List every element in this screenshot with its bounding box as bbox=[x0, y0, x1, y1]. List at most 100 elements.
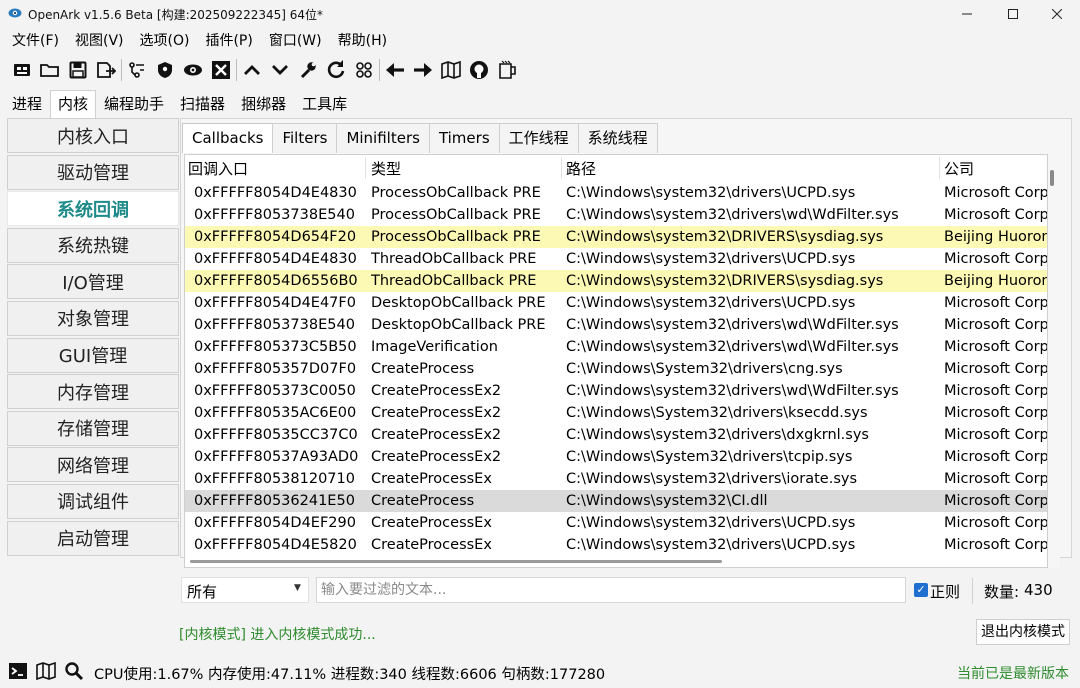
column-header-callback-entry[interactable]: 回调入口 bbox=[188, 155, 248, 181]
table-row[interactable]: 0xFFFFF805357D07F0 CreateProcess C:\Window… bbox=[185, 358, 1047, 380]
tab-scanner[interactable]: 扫描器 bbox=[172, 90, 233, 118]
column-divider[interactable] bbox=[365, 157, 366, 179]
sidebar-item-object-manager[interactable]: 对象管理 bbox=[7, 300, 179, 336]
menu-window[interactable]: 窗口(W) bbox=[261, 29, 330, 53]
menu-view[interactable]: 视图(V) bbox=[67, 29, 132, 53]
horizontal-scrollbar-thumb[interactable] bbox=[190, 560, 722, 563]
sidebar-item-memory-manager[interactable]: 内存管理 bbox=[7, 374, 179, 410]
sidebar-item-system-callbacks[interactable]: 系统回调 bbox=[7, 191, 179, 227]
terminal-icon bbox=[9, 663, 27, 679]
map-status-button[interactable] bbox=[35, 661, 57, 681]
toolbar-separator bbox=[379, 58, 380, 81]
table-row[interactable]: 0xFFFFF8054D6556B0 ThreadObCallback PRE C:… bbox=[185, 270, 1047, 292]
tab-bundler[interactable]: 捆绑器 bbox=[233, 90, 294, 118]
map-icon bbox=[36, 662, 56, 680]
tab-callbacks[interactable]: Callbacks bbox=[182, 123, 274, 153]
column-divider[interactable] bbox=[561, 157, 562, 179]
search-button[interactable] bbox=[63, 661, 85, 681]
table-row[interactable]: 0xFFFFF8054D4E4830 ThreadObCallback PRE C:… bbox=[185, 248, 1047, 270]
table-row[interactable]: 0xFFFFF80535AC6E00 CreateProcessEx2 C:\Win… bbox=[185, 402, 1047, 424]
sidebar-item-debug-components[interactable]: 调试组件 bbox=[7, 483, 179, 519]
column-divider[interactable] bbox=[939, 157, 940, 179]
tab-toolkit[interactable]: 工具库 bbox=[294, 90, 355, 118]
close-box-button[interactable] bbox=[207, 57, 235, 83]
regex-checkbox[interactable]: ✓ bbox=[914, 583, 928, 597]
tab-process[interactable]: 进程 bbox=[4, 90, 50, 118]
table-row[interactable]: 0xFFFFF80535CC37C0 CreateProcessEx2 C:\Win… bbox=[185, 424, 1047, 446]
cell-type: CreateProcessEx2 bbox=[371, 449, 502, 465]
sidebar-item-storage-manager[interactable]: 存储管理 bbox=[7, 410, 179, 446]
tab-minifilters[interactable]: Minifilters bbox=[336, 123, 430, 153]
cell-type: ProcessObCallback PRE bbox=[371, 207, 541, 223]
menu-file[interactable]: 文件(F) bbox=[4, 29, 67, 53]
maximize-button[interactable] bbox=[990, 0, 1036, 28]
github-button[interactable] bbox=[465, 57, 493, 83]
tab-system-threads[interactable]: 系统线程 bbox=[577, 123, 658, 153]
close-button[interactable] bbox=[1034, 0, 1080, 28]
tab-coding-helper[interactable]: 编程助手 bbox=[96, 90, 172, 118]
table-row[interactable]: 0xFFFFF80538120710 CreateProcessEx C:\Wind… bbox=[185, 468, 1047, 490]
minimize-button[interactable] bbox=[944, 0, 990, 28]
eye-button[interactable] bbox=[179, 57, 207, 83]
sidebar-item-io-manager[interactable]: I/O管理 bbox=[7, 264, 179, 300]
sidebar-item-driver-manager[interactable]: 驱动管理 bbox=[7, 154, 179, 190]
menu-help[interactable]: 帮助(H) bbox=[330, 29, 395, 53]
shield-button[interactable] bbox=[151, 57, 179, 83]
sidebar-item-gui-manager[interactable]: GUI管理 bbox=[7, 337, 179, 373]
cell-company: Beijing Huoron bbox=[944, 229, 1047, 245]
kernel-sidebar: 内核入口 驱动管理 系统回调 系统热键 I/O管理 对象管理 GUI管理 内存管… bbox=[7, 118, 179, 558]
tab-filters[interactable]: Filters bbox=[272, 123, 338, 153]
table-row[interactable]: 0xFFFFF805373C0050 CreateProcessEx2 C:\Win… bbox=[185, 380, 1047, 402]
sidebar-item-startup-manager[interactable]: 启动管理 bbox=[7, 520, 179, 556]
list-button[interactable] bbox=[123, 57, 151, 83]
menu-plugins[interactable]: 插件(P) bbox=[197, 29, 260, 53]
column-header-type[interactable]: 类型 bbox=[371, 155, 401, 181]
cell-company: Beijing Huoron bbox=[944, 273, 1047, 289]
sidebar-item-kernel-entry[interactable]: 内核入口 bbox=[7, 118, 179, 153]
exit-kernel-mode-button[interactable]: 退出内核模式 bbox=[976, 619, 1070, 645]
move-up-button[interactable] bbox=[238, 57, 266, 83]
table-row[interactable]: 0xFFFFF8054D4EF290 CreateProcessEx C:\Wind… bbox=[185, 512, 1047, 534]
count-value: 430 bbox=[1024, 581, 1053, 599]
tab-kernel[interactable]: 内核 bbox=[50, 90, 97, 118]
table-row[interactable]: 0xFFFFF805373C5B50 ImageVerification C:\Wi… bbox=[185, 336, 1047, 358]
cell-type: ThreadObCallback PRE bbox=[371, 273, 537, 289]
grid-button[interactable] bbox=[350, 57, 378, 83]
table-row[interactable]: 0xFFFFF8054D654F20 ProcessObCallback PRE C… bbox=[185, 226, 1047, 248]
refresh-button[interactable] bbox=[322, 57, 350, 83]
sidebar-item-system-hotkeys[interactable]: 系统热键 bbox=[7, 227, 179, 263]
cell-path: C:\Windows\system32\drivers\wd\WdFilter.… bbox=[566, 383, 899, 399]
table-row[interactable]: 0xFFFFF8053738E540 ProcessObCallback PRE C… bbox=[185, 204, 1047, 226]
vertical-scrollbar[interactable] bbox=[1048, 154, 1060, 568]
vertical-scrollbar-thumb[interactable] bbox=[1050, 170, 1054, 186]
map-button[interactable] bbox=[437, 57, 465, 83]
open-button[interactable] bbox=[36, 57, 64, 83]
table-row[interactable]: 0xFFFFF8054D4E4830 ProcessObCallback PRE C… bbox=[185, 182, 1047, 204]
console-button[interactable] bbox=[8, 57, 36, 83]
menu-options[interactable]: 选项(O) bbox=[132, 29, 198, 53]
forward-button[interactable] bbox=[409, 57, 437, 83]
table-row[interactable]: 0xFFFFF80536241E50 CreateProcess C:\Window… bbox=[185, 490, 1047, 512]
table-row[interactable]: 0xFFFFF8054D4E47F0 DesktopObCallback PRE C… bbox=[185, 292, 1047, 314]
filter-text-input[interactable] bbox=[316, 577, 906, 603]
column-header-path[interactable]: 路径 bbox=[566, 155, 596, 181]
table-row[interactable]: 0xFFFFF80537A93AD0 CreateProcessEx2 C:\Win… bbox=[185, 446, 1047, 468]
table-row[interactable]: 0xFFFFF8054D4E5820 CreateProcessEx C:\Wind… bbox=[185, 534, 1047, 556]
table-row[interactable]: 0xFFFFF8053738E540 DesktopObCallback PRE C… bbox=[185, 314, 1047, 336]
terminal-button[interactable] bbox=[7, 661, 29, 681]
cell-company: Microsoft Corp bbox=[944, 493, 1047, 509]
mug-button[interactable] bbox=[493, 57, 521, 83]
cell-company: Microsoft Corp bbox=[944, 317, 1047, 333]
sidebar-item-network-manager[interactable]: 网络管理 bbox=[7, 447, 179, 483]
tab-timers[interactable]: Timers bbox=[428, 123, 500, 153]
column-header-company[interactable]: 公司 bbox=[944, 155, 974, 181]
cell-company: Microsoft Corp bbox=[944, 207, 1047, 223]
export-button[interactable] bbox=[92, 57, 120, 83]
save-button[interactable] bbox=[64, 57, 92, 83]
move-down-button[interactable] bbox=[266, 57, 294, 83]
system-stats: CPU使用:1.67% 内存使用:47.11% 进程数:340 线程数:6606… bbox=[94, 667, 606, 683]
back-button[interactable] bbox=[381, 57, 409, 83]
cell-type: CreateProcessEx bbox=[371, 537, 492, 553]
tab-work-threads[interactable]: 工作线程 bbox=[498, 123, 579, 153]
settings-button[interactable] bbox=[294, 57, 322, 83]
